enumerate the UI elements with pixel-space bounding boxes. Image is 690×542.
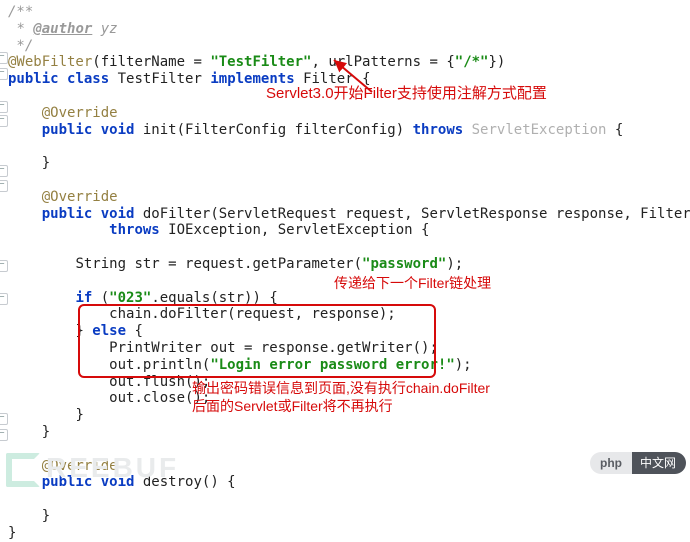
watermark: REEBUF [6,451,179,487]
fold-icon [0,68,8,80]
fold-icon [0,180,8,192]
code-line: out.flush(); [8,374,210,390]
code-line: out.close(); [8,390,210,406]
fold-icon [0,52,8,64]
code-line: throws IOException, ServletException { [8,222,429,238]
gutter [0,0,8,505]
blank-line [8,138,16,154]
annotation-text: Servlet3.0开始Filter支持使用注解方式配置 [266,85,547,103]
code-line: String str = request.getParameter("passw… [8,256,463,272]
fold-icon [0,429,8,441]
blank-line [8,172,16,188]
code-line: public void doFilter(ServletRequest requ… [8,206,690,222]
code-line: @WebFilter(filterName = "TestFilter", ur… [8,54,505,70]
blank-line [8,239,16,255]
watermark-text: REEBUF [46,452,179,483]
code-line: */ [8,38,33,54]
annotation-text: 传递给下一个Filter链处理 [334,275,491,292]
code-line: PrintWriter out = response.getWriter(); [8,340,438,356]
watermark-icon [6,453,40,487]
code-line: /** [8,4,33,20]
badge-left: php [590,452,632,474]
site-badge: php 中文网 [590,451,686,475]
code-line: } [8,407,84,423]
code-line: } else { [8,323,143,339]
fold-icon [0,260,8,272]
code-line: } [8,424,50,440]
code-line: * @author yz [8,21,118,37]
annotation-text: 输出密码错误信息到页面,没有执行chain.doFilter [192,380,490,397]
fold-icon [0,293,8,305]
code-line: @Override [8,105,118,121]
blank-line [8,273,16,289]
fold-icon [0,413,8,425]
code-line: @Override [8,189,118,205]
fold-icon [0,165,8,177]
code-line: public void init(FilterConfig filterConf… [8,122,623,138]
code-line: out.println("Login error password error!… [8,357,472,373]
fold-icon [0,115,8,127]
code-line: } [8,155,50,171]
code-line: if ("023".equals(str)) { [8,290,278,306]
blank-line [8,88,16,104]
badge-right: 中文网 [632,452,686,474]
code-line: } [8,525,16,541]
code-line: } [8,508,50,524]
annotation-text: 后面的Servlet或Filter将不再执行 [192,398,393,415]
code-line: chain.doFilter(request, response); [8,306,396,322]
